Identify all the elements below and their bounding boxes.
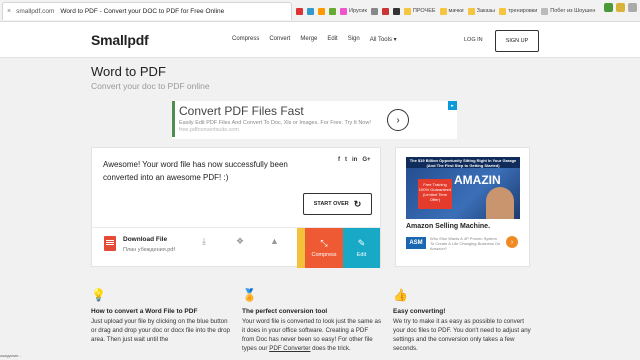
info-conversion-tool: 🏅 The perfect conversion tool Your word …: [242, 288, 382, 353]
thumbs-up-icon: 👍: [393, 288, 408, 302]
side-ad-arrow-icon[interactable]: ›: [506, 236, 518, 248]
person-image: [486, 187, 514, 219]
menu-icon[interactable]: [628, 3, 637, 12]
nav-edit[interactable]: Edit: [327, 36, 337, 43]
nav-compress[interactable]: Compress: [232, 36, 259, 43]
bookmark-icon[interactable]: [307, 7, 314, 15]
extensions: [604, 3, 637, 12]
side-ad-title[interactable]: Amazon Selling Machine.: [406, 223, 490, 230]
pdf-file-icon: [104, 236, 116, 251]
nav-convert[interactable]: Convert: [269, 36, 290, 43]
success-message: Awesome! Your word file has now successf…: [103, 160, 288, 182]
info-text: We try to make it as easy as possible to…: [393, 318, 531, 352]
extension-icon[interactable]: [616, 3, 625, 12]
page-icon: [541, 7, 549, 15]
browser-tab[interactable]: × smallpdf.com Word to PDF - Convert you…: [2, 2, 292, 20]
bookmarks-bar: Ирусик ПРОЧЕЕ мачки Заказы тренировки По…: [296, 3, 602, 19]
asm-logo: ASM: [406, 237, 426, 249]
site-logo[interactable]: Smallpdf: [91, 32, 149, 48]
bookmark-item[interactable]: ПРОЧЕЕ: [403, 7, 436, 15]
tab-close-icon[interactable]: ×: [7, 8, 11, 15]
share-buttons: f t in G+: [338, 157, 371, 163]
signup-button[interactable]: SIGN UP: [495, 30, 539, 52]
linkedin-icon[interactable]: in: [352, 157, 357, 163]
page-title: Word to PDF: [91, 64, 166, 79]
info-heading: Easy converting!: [393, 308, 446, 315]
facebook-icon[interactable]: f: [338, 157, 340, 163]
bookmark-icon: [340, 7, 347, 15]
page-subtitle: Convert your doc to PDF online: [91, 81, 210, 91]
info-heading: The perfect conversion tool: [242, 308, 328, 315]
ad-title[interactable]: Convert PDF Files Fast: [179, 104, 304, 118]
site-header: Smallpdf Compress Convert Merge Edit Sig…: [0, 22, 640, 58]
bookmark-icon[interactable]: [318, 7, 325, 15]
nav-all-tools[interactable]: All Tools ▾: [370, 36, 397, 43]
result-card: Awesome! Your word file has now successf…: [91, 147, 381, 268]
side-ad[interactable]: The $19 Billion Opportunity Sitting Righ…: [395, 147, 530, 267]
refresh-icon: ↻: [353, 198, 362, 209]
google-plus-icon[interactable]: G+: [362, 157, 370, 163]
bookmark-item[interactable]: тренировки: [499, 7, 537, 15]
bookmark-icon[interactable]: [370, 7, 378, 15]
bookmark-item[interactable]: Заказы: [467, 7, 495, 15]
login-link[interactable]: LOG IN: [464, 37, 483, 43]
tab-url: smallpdf.com: [16, 8, 55, 15]
side-ad-offer: Free Training 100% Guaranteed (Limited T…: [418, 179, 452, 209]
download-row: Download File План убеждения.pdf ⤓ ❖ ▲ ⤡…: [92, 227, 380, 268]
compress-button[interactable]: ⤡ Compress: [305, 228, 343, 268]
download-file-link[interactable]: Download File: [123, 236, 167, 243]
bookmark-item[interactable]: мачки: [439, 7, 464, 15]
bookmark-icon[interactable]: [329, 7, 336, 15]
nav-merge[interactable]: Merge: [300, 36, 317, 43]
bookmark-item[interactable]: Побег из Шоушен: [541, 7, 595, 15]
browser-chrome: × smallpdf.com Word to PDF - Convert you…: [0, 0, 640, 22]
bookmark-icon[interactable]: [381, 7, 389, 15]
tool-strip: [297, 228, 305, 268]
folder-icon: [467, 7, 475, 15]
start-over-button[interactable]: START OVER ↻: [303, 193, 372, 215]
edit-icon: ✎: [357, 238, 366, 248]
ad-banner[interactable]: Convert PDF Files Fast Easily Edit PDF F…: [172, 101, 457, 139]
edit-button[interactable]: ✎ Edit: [343, 228, 380, 268]
status-text: ожидание...: [0, 353, 22, 358]
file-name: План убеждения.pdf: [123, 247, 175, 253]
folder-icon: [439, 7, 447, 15]
compress-label: Compress: [311, 252, 337, 258]
compress-icon: ⤡: [320, 238, 328, 248]
folder-icon: [499, 7, 507, 15]
bookmark-icon[interactable]: [392, 7, 400, 15]
download-icon[interactable]: ⤓: [202, 236, 206, 247]
main-nav: Compress Convert Merge Edit Sign All Too…: [232, 36, 397, 43]
ad-arrow-icon[interactable]: ›: [387, 109, 409, 131]
bookmark-icon[interactable]: [296, 7, 303, 15]
lightbulb-icon: 💡: [91, 288, 106, 302]
edit-label: Edit: [356, 252, 367, 258]
extension-icon[interactable]: [604, 3, 613, 12]
side-ad-big-word: AMAZIN: [454, 173, 501, 187]
twitter-icon[interactable]: t: [345, 157, 347, 163]
side-ad-banner: The $19 Billion Opportunity Sitting Righ…: [406, 157, 520, 168]
award-icon: 🏅: [242, 288, 257, 302]
tab-title: Word to PDF - Convert your DOC to PDF fo…: [60, 8, 225, 15]
info-how-to: 💡 How to convert a Word File to PDF Just…: [91, 288, 231, 344]
google-drive-icon[interactable]: ▲: [270, 236, 279, 246]
ad-choices-icon[interactable]: ▸: [448, 101, 457, 110]
info-text: Your word file is converted to look just…: [242, 318, 382, 352]
folder-icon: [403, 7, 411, 15]
start-over-label: START OVER: [313, 201, 349, 207]
ad-accent-bar: [172, 101, 175, 137]
nav-sign[interactable]: Sign: [348, 36, 360, 43]
info-text: Just upload your file by clicking on the…: [91, 318, 230, 343]
dropbox-icon[interactable]: ❖: [236, 236, 244, 247]
pdf-converter-link[interactable]: PDF Converter: [269, 345, 310, 352]
bookmark-item[interactable]: Ирусик: [340, 7, 367, 15]
ad-description: Easily Edit PDF Files And Convert To Doc…: [179, 120, 371, 133]
ad-source: free.pdfconvertsuits.com: [179, 127, 239, 133]
side-ad-description: Who Else Wants A 4P Proven System To Cre…: [430, 236, 501, 251]
info-heading: How to convert a Word File to PDF: [91, 308, 198, 315]
info-easy: 👍 Easy converting! We try to make it as …: [393, 288, 533, 353]
side-ad-image[interactable]: The $19 Billion Opportunity Sitting Righ…: [406, 157, 520, 219]
